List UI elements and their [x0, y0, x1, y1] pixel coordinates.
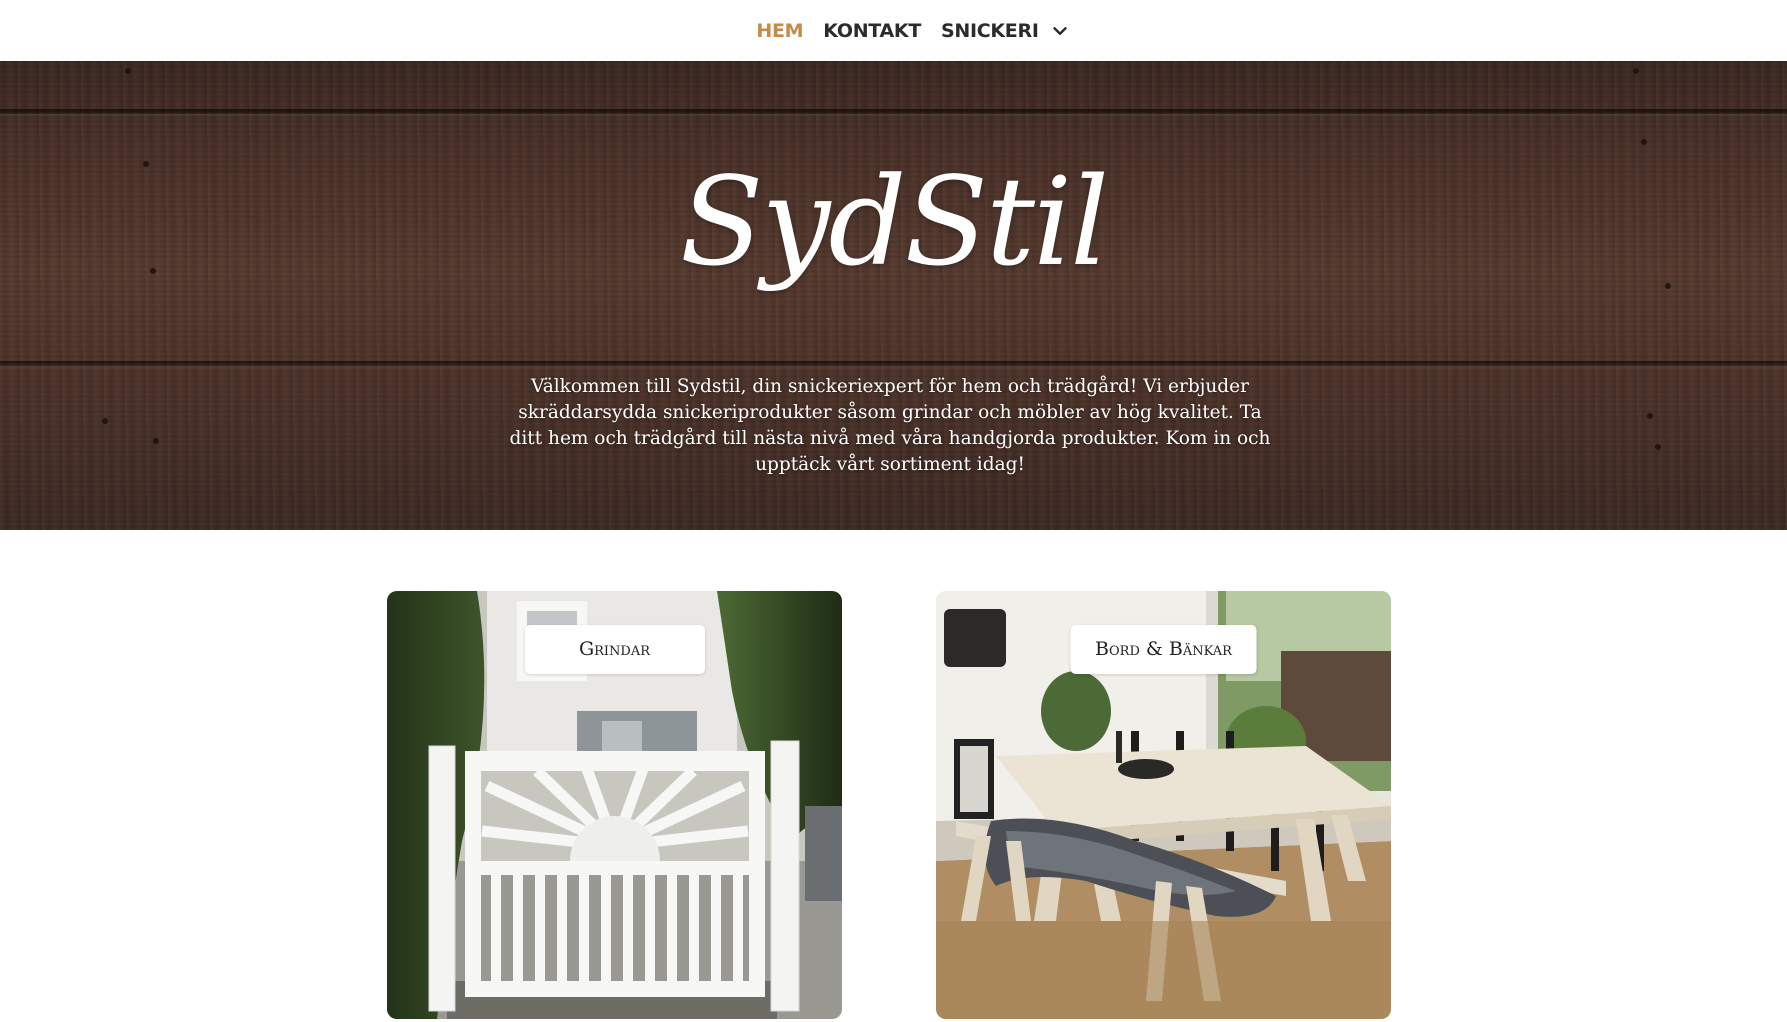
wood-knot: [153, 438, 159, 444]
card-label-grindar[interactable]: Grindar: [524, 625, 705, 674]
wood-plank-seam: [0, 361, 1787, 366]
wood-knot: [1655, 444, 1661, 450]
category-card-grindar[interactable]: Grindar: [387, 591, 842, 1019]
wood-knot: [1641, 139, 1647, 145]
wood-knot: [1665, 283, 1671, 289]
top-navigation: HEM KONTAKT SNICKERI: [0, 0, 1787, 61]
chevron-down-icon[interactable]: [1049, 20, 1071, 42]
site-logo[interactable]: SydStil: [0, 161, 1787, 283]
wood-knot: [1647, 413, 1653, 419]
nav-item-hem[interactable]: HEM: [756, 20, 803, 42]
category-card-bord-bankar[interactable]: Bord & Bänkar: [936, 591, 1391, 1019]
hero-intro-text: Välkommen till Sydstil, din snickeriexpe…: [509, 376, 1271, 475]
wood-knot: [125, 68, 131, 74]
wood-knot: [102, 418, 108, 424]
nav-item-kontakt[interactable]: KONTAKT: [823, 20, 921, 42]
hero-banner: SydStil Välkommen till Sydstil, din snic…: [0, 61, 1787, 530]
nav-item-snickeri-label: SNICKERI: [940, 19, 1039, 42]
nav-list: HEM KONTAKT SNICKERI: [716, 20, 1070, 42]
wood-knot: [1633, 68, 1639, 74]
nav-item-snickeri[interactable]: SNICKERI: [941, 20, 1071, 42]
wood-plank-seam: [0, 109, 1787, 114]
card-label-bord-bankar[interactable]: Bord & Bänkar: [1070, 625, 1257, 674]
